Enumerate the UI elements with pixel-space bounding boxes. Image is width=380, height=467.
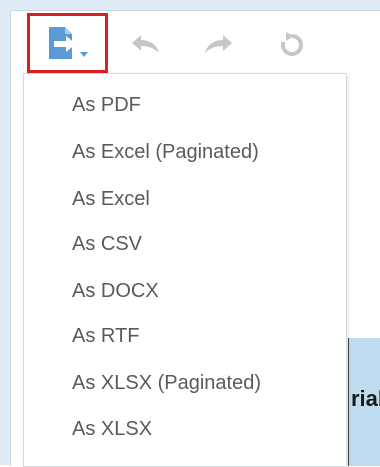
menu-item-export-excel[interactable]: As Excel	[24, 178, 346, 220]
menu-item-export-excel-paginated[interactable]: As Excel (Paginated)	[24, 131, 346, 173]
export-button[interactable]	[27, 13, 108, 73]
menu-item-export-xlsx-paginated[interactable]: As XLSX (Paginated)	[24, 362, 346, 404]
menu-item-export-pdf[interactable]: As PDF	[24, 84, 346, 126]
table-header-partial-text: rial	[351, 386, 380, 411]
undo-button[interactable]	[129, 29, 163, 59]
export-format-dropdown: As PDF As Excel (Paginated) As Excel As …	[23, 73, 347, 467]
reset-button[interactable]	[275, 29, 309, 59]
menu-item-export-rtf[interactable]: As RTF	[24, 315, 346, 357]
viewer-toolbar	[11, 11, 380, 73]
menu-item-export-csv[interactable]: As CSV	[24, 223, 346, 265]
export-document-icon	[40, 23, 96, 63]
menu-item-export-docx[interactable]: As DOCX	[24, 270, 346, 312]
screenshot-frame: rial	[0, 0, 380, 467]
menu-item-export-xlsx[interactable]: As XLSX	[24, 408, 346, 450]
undo-arrow-icon	[132, 35, 159, 53]
redo-button[interactable]	[201, 29, 235, 59]
redo-arrow-icon	[205, 35, 232, 53]
reset-refresh-icon	[281, 32, 303, 56]
report-table-header-cell: rial	[348, 338, 380, 466]
report-viewer-panel: rial	[10, 10, 380, 467]
